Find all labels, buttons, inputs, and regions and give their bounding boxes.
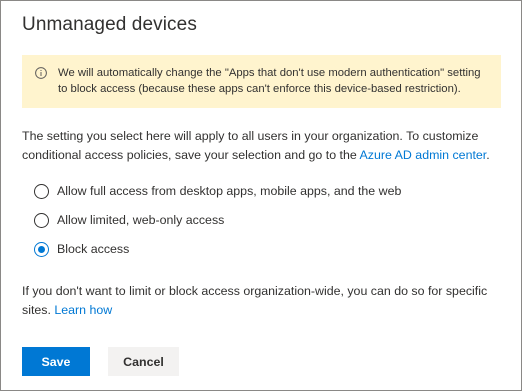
cancel-button[interactable]: Cancel: [108, 347, 179, 376]
info-icon: [35, 67, 47, 79]
save-button[interactable]: Save: [22, 347, 90, 376]
learn-how-link[interactable]: Learn how: [54, 303, 112, 317]
radio-label-limited-access: Allow limited, web-only access: [57, 213, 225, 227]
unmanaged-devices-panel: Unmanaged devices We will automatically …: [0, 0, 522, 391]
panel-title: Unmanaged devices: [22, 14, 197, 35]
description-suffix: .: [486, 148, 490, 162]
radio-label-full-access: Allow full access from desktop apps, mob…: [57, 184, 402, 198]
description-text: The setting you select here will apply t…: [22, 127, 507, 165]
radio-option-block-access[interactable]: Block access: [34, 239, 129, 259]
azure-ad-admin-center-link[interactable]: Azure AD admin center: [360, 148, 487, 162]
radio-button-full-access[interactable]: [34, 183, 49, 199]
notice-message: We will automatically change the "Apps t…: [58, 67, 481, 95]
site-specific-note: If you don't want to limit or block acce…: [22, 282, 507, 320]
radio-label-block-access: Block access: [57, 242, 130, 256]
radio-button-block-access[interactable]: [34, 241, 49, 257]
radio-option-full-access[interactable]: Allow full access from desktop apps, mob…: [34, 181, 401, 201]
radio-button-limited-access[interactable]: [34, 212, 49, 228]
info-notice-bar: We will automatically change the "Apps t…: [22, 55, 501, 108]
radio-option-limited-access[interactable]: Allow limited, web-only access: [34, 210, 224, 230]
